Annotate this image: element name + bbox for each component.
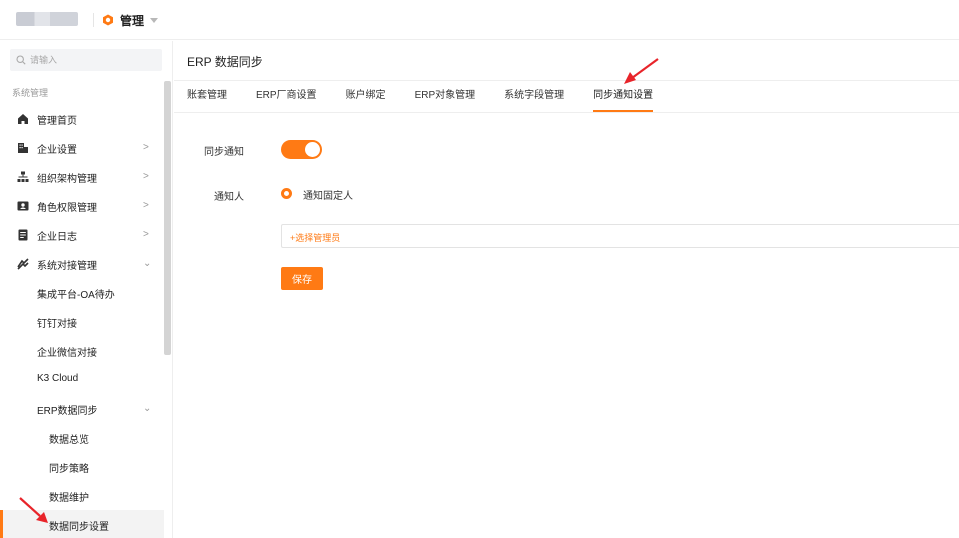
sidebar-item-org[interactable]: 组织架构管理 >: [0, 162, 164, 191]
sidebar-item-label: 数据同步设置: [49, 522, 109, 533]
save-button[interactable]: 保存: [281, 267, 323, 290]
sidebar-subitem-oa[interactable]: 集成平台-OA待办: [0, 278, 164, 307]
sidebar-subitem-k3cloud[interactable]: K3 Cloud: [0, 365, 164, 394]
recipient-label: 通知人: [214, 192, 244, 203]
sidebar-item-label: 同步策略: [49, 464, 89, 475]
document-icon: [18, 229, 28, 241]
company-logo: [16, 12, 78, 26]
sidebar-item-integration[interactable]: 系统对接管理 ⌄: [0, 249, 164, 278]
sidebar-item-home[interactable]: 管理首页: [0, 104, 164, 133]
notify-toggle[interactable]: [281, 140, 322, 159]
app-switcher[interactable]: 管理: [102, 10, 159, 30]
chevron-down-icon: ⌄: [143, 258, 152, 269]
sidebar-menu: 管理首页 企业设置 > 组织架构管理 > 角色权限管理 > 企业日志 > 系统对…: [0, 104, 164, 538]
sidebar: 系统管理 管理首页 企业设置 > 组织架构管理 > 角色权限管理 > 企业日志 …: [0, 41, 173, 538]
recipient-option-label[interactable]: 通知固定人: [303, 187, 353, 202]
tab-sync-notify[interactable]: 同步通知设置: [593, 81, 654, 112]
id-card-icon: [17, 201, 29, 211]
tab-bar: 账套管理 ERP厂商设置 账户绑定 ERP对象管理 系统字段管理 同步通知设置: [187, 81, 682, 112]
sidebar-subitem-strategy[interactable]: 同步策略: [0, 452, 164, 481]
sidebar-item-label: 企业设置: [37, 145, 77, 156]
building-icon: [18, 143, 28, 153]
caret-down-icon[interactable]: [150, 17, 159, 23]
sidebar-item-roles[interactable]: 角色权限管理 >: [0, 191, 164, 220]
chevron-right-icon: >: [143, 229, 149, 240]
sidebar-item-label: 角色权限管理: [37, 203, 97, 214]
sidebar-item-label: ERP数据同步: [37, 406, 98, 417]
tab-erp-objects[interactable]: ERP对象管理: [415, 81, 476, 112]
divider: [174, 112, 959, 113]
tab-system-fields[interactable]: 系统字段管理: [504, 81, 564, 112]
sidebar-item-label: 集成平台-OA待办: [37, 290, 115, 301]
sidebar-item-label: 组织架构管理: [37, 174, 97, 185]
org-tree-icon: [17, 171, 29, 182]
link-icon: [17, 258, 29, 270]
chevron-right-icon: >: [143, 200, 149, 211]
search-box[interactable]: [10, 49, 162, 71]
search-icon: [16, 55, 26, 65]
sidebar-item-label: 钉钉对接: [37, 319, 77, 330]
sidebar-subitem-erp-sync[interactable]: ERP数据同步 ⌄: [0, 394, 164, 423]
chevron-right-icon: >: [143, 142, 149, 153]
hexagon-icon: [103, 14, 113, 26]
sidebar-subitem-overview[interactable]: 数据总览: [0, 423, 164, 452]
sidebar-item-label: 管理首页: [37, 116, 77, 127]
top-bar: 管理: [0, 0, 959, 40]
tab-account-binding[interactable]: 账户绑定: [346, 81, 386, 112]
page-title: ERP 数据同步: [187, 55, 263, 69]
sidebar-item-label: 企业微信对接: [37, 348, 97, 359]
divider: [93, 13, 94, 27]
sidebar-item-label: K3 Cloud: [37, 373, 79, 384]
home-icon: [18, 114, 28, 124]
admin-select-field[interactable]: +选择管理员: [281, 224, 959, 248]
section-label: 系统管理: [12, 88, 49, 98]
sidebar-item-company-settings[interactable]: 企业设置 >: [0, 133, 164, 162]
sidebar-subitem-wecom[interactable]: 企业微信对接: [0, 336, 164, 365]
app-title: 管理: [120, 13, 145, 28]
sidebar-subitem-maintenance[interactable]: 数据维护: [0, 481, 164, 510]
sidebar-item-label: 数据总览: [49, 435, 89, 446]
recipient-radio[interactable]: [281, 188, 292, 199]
sidebar-subitem-sync-settings[interactable]: 数据同步设置: [0, 510, 164, 538]
main-content: ERP 数据同步 账套管理 ERP厂商设置 账户绑定 ERP对象管理 系统字段管…: [174, 41, 959, 538]
sidebar-item-label: 企业日志: [37, 232, 77, 243]
notify-label: 同步通知: [204, 147, 244, 158]
sidebar-item-label: 系统对接管理: [37, 261, 97, 272]
sidebar-item-logs[interactable]: 企业日志 >: [0, 220, 164, 249]
chevron-down-icon: ⌄: [143, 403, 152, 414]
select-admin-link[interactable]: +选择管理员: [290, 231, 340, 244]
sidebar-item-label: 数据维护: [49, 493, 89, 504]
tab-accounts[interactable]: 账套管理: [187, 81, 227, 112]
toggle-knob: [305, 142, 320, 157]
sidebar-scrollbar[interactable]: [164, 81, 171, 355]
chevron-right-icon: >: [143, 171, 149, 182]
search-input[interactable]: [30, 55, 150, 65]
sidebar-subitem-dingtalk[interactable]: 钉钉对接: [0, 307, 164, 336]
tab-erp-vendor[interactable]: ERP厂商设置: [256, 81, 317, 112]
